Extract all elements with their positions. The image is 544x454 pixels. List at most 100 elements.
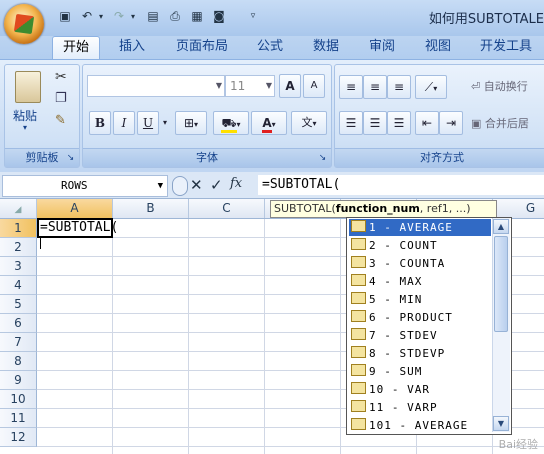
dialog-launcher-icon[interactable]: ↘ [65, 153, 76, 164]
align-right-button[interactable]: ☰ [387, 111, 411, 135]
font-name-combo[interactable]: ▼ [87, 75, 225, 97]
underline-dropdown-icon[interactable]: ▾ [159, 111, 171, 135]
borders-button[interactable]: ⊞▾ [175, 111, 207, 135]
increase-indent-button[interactable]: ⇥ [439, 111, 463, 135]
list-item[interactable]: 8 - STDEVP [349, 345, 491, 362]
option-icon [351, 256, 366, 268]
chevron-down-icon[interactable]: ▼ [158, 176, 163, 196]
dialog-launcher-icon[interactable]: ↘ [317, 153, 328, 164]
list-item[interactable]: 2 - COUNT [349, 237, 491, 254]
list-item[interactable]: 10 - VAR [349, 381, 491, 398]
paste-icon[interactable] [15, 71, 41, 103]
redo-dropdown-icon[interactable]: ▾ [128, 8, 138, 24]
merge-center-button[interactable]: ▣ 合并后居 [471, 115, 529, 131]
row-header[interactable]: 7 [0, 333, 37, 352]
undo-dropdown-icon[interactable]: ▾ [96, 8, 106, 24]
customize-arrow-icon[interactable]: ▿ [244, 8, 262, 24]
fill-color-button[interactable]: ⛟▾ [213, 111, 249, 135]
tab-home[interactable]: 开始 [52, 36, 100, 59]
list-item[interactable]: 1 - AVERAGE [349, 219, 491, 236]
row-header[interactable]: 10 [0, 390, 37, 409]
option-icon [351, 328, 366, 340]
list-item[interactable]: 7 - STDEV [349, 327, 491, 344]
wrap-text-icon: ⏎ [471, 80, 484, 93]
formula-bar-splitter[interactable] [172, 176, 188, 196]
row-header[interactable]: 9 [0, 371, 37, 390]
align-top-button[interactable]: ≡ [339, 75, 363, 99]
align-middle-button[interactable]: ≡ [363, 75, 387, 99]
form-icon[interactable]: ▦ [188, 8, 206, 24]
paste-label[interactable]: 粘贴 [13, 107, 37, 124]
decrease-indent-button[interactable]: ⇤ [415, 111, 439, 135]
scroll-thumb[interactable] [494, 236, 508, 332]
tab-formulas[interactable]: 公式 [248, 36, 292, 58]
scroll-up-icon[interactable]: ▲ [493, 219, 509, 234]
formula-input[interactable]: =SUBTOTAL( [258, 175, 544, 195]
insert-function-icon[interactable]: fx [230, 176, 242, 191]
row-header[interactable]: 8 [0, 352, 37, 371]
cancel-icon[interactable]: ✕ [190, 176, 203, 194]
tab-insert[interactable]: 插入 [110, 36, 154, 58]
font-size-combo[interactable]: 11 ▼ [225, 75, 275, 97]
column-header-g[interactable]: G [493, 199, 544, 218]
undo-icon[interactable]: ↶ [78, 8, 96, 24]
list-item[interactable]: 101 - AVERAGE [349, 417, 491, 434]
option-icon [351, 274, 366, 286]
tab-view[interactable]: 视图 [416, 36, 460, 58]
list-item[interactable]: 5 - MIN [349, 291, 491, 308]
tab-developer[interactable]: 开发工具 [472, 36, 540, 58]
shrink-font-button[interactable]: A [303, 74, 325, 98]
row-header[interactable]: 2 [0, 238, 37, 257]
copy-icon[interactable]: ❐ [55, 91, 67, 106]
function-tooltip[interactable]: SUBTOTAL(function_num, ref1, ...) [270, 200, 497, 218]
tab-data[interactable]: 数据 [304, 36, 348, 58]
enter-icon[interactable]: ✓ [210, 176, 223, 194]
column-header-c[interactable]: C [189, 199, 265, 218]
row-header[interactable]: 4 [0, 276, 37, 295]
column-header-b[interactable]: B [113, 199, 189, 218]
font-color-button[interactable]: A▾ [251, 111, 287, 135]
tab-review[interactable]: 审阅 [360, 36, 404, 58]
list-item[interactable]: 6 - PRODUCT [349, 309, 491, 326]
bold-button[interactable]: B [89, 111, 111, 135]
tab-page-layout[interactable]: 页面布局 [168, 36, 236, 58]
list-item[interactable]: 11 - VARP [349, 399, 491, 416]
corner-triangle-icon: ◢ [14, 205, 22, 215]
scroll-down-icon[interactable]: ▼ [493, 416, 509, 431]
camera-icon[interactable]: ◙ [210, 8, 228, 24]
format-painter-icon[interactable]: ✎ [55, 113, 66, 128]
row-header[interactable]: 3 [0, 257, 37, 276]
column-header-a[interactable]: A [37, 199, 113, 218]
list-item[interactable]: 4 - MAX [349, 273, 491, 290]
wrap-text-button[interactable]: ⏎ 自动换行 [471, 78, 528, 94]
active-cell-a1[interactable]: =SUBTOTAL( [37, 218, 118, 249]
grow-font-button[interactable]: A [279, 74, 301, 98]
row-header[interactable]: 6 [0, 314, 37, 333]
redo-icon[interactable]: ↷ [110, 8, 128, 24]
option-icon [351, 382, 366, 394]
print-icon[interactable]: ⎙ [166, 8, 184, 24]
name-box[interactable]: ROWS ▼ [2, 175, 168, 197]
list-item[interactable]: 9 - SUM [349, 363, 491, 380]
paste-dropdown-icon[interactable]: ▾ [23, 123, 27, 132]
orientation-button[interactable]: ⟋▾ [415, 75, 447, 99]
row-header[interactable]: 1 [0, 219, 37, 238]
save-icon[interactable]: ▣ [56, 8, 74, 24]
row-header[interactable]: 5 [0, 295, 37, 314]
office-button[interactable] [4, 4, 44, 44]
align-center-button[interactable]: ☰ [363, 111, 387, 135]
align-left-button[interactable]: ☰ [339, 111, 363, 135]
underline-button[interactable]: U [137, 111, 159, 135]
select-all-corner[interactable]: ◢ [0, 199, 37, 218]
phonetic-button[interactable]: 文▾ [291, 111, 327, 135]
print-preview-icon[interactable]: ▤ [144, 8, 162, 24]
row-header[interactable]: 12 [0, 428, 37, 447]
window-title: 如何用SUBTOTALE [428, 12, 544, 27]
row-header[interactable]: 11 [0, 409, 37, 428]
align-bottom-button[interactable]: ≡ [387, 75, 411, 99]
italic-button[interactable]: I [113, 111, 135, 135]
function-num-list[interactable]: 1 - AVERAGE 2 - COUNT 3 - COUNTA 4 - MAX… [346, 217, 512, 435]
chevron-down-icon: ▼ [215, 81, 222, 90]
list-item[interactable]: 3 - COUNTA [349, 255, 491, 272]
cut-icon[interactable]: ✂ [55, 69, 67, 85]
